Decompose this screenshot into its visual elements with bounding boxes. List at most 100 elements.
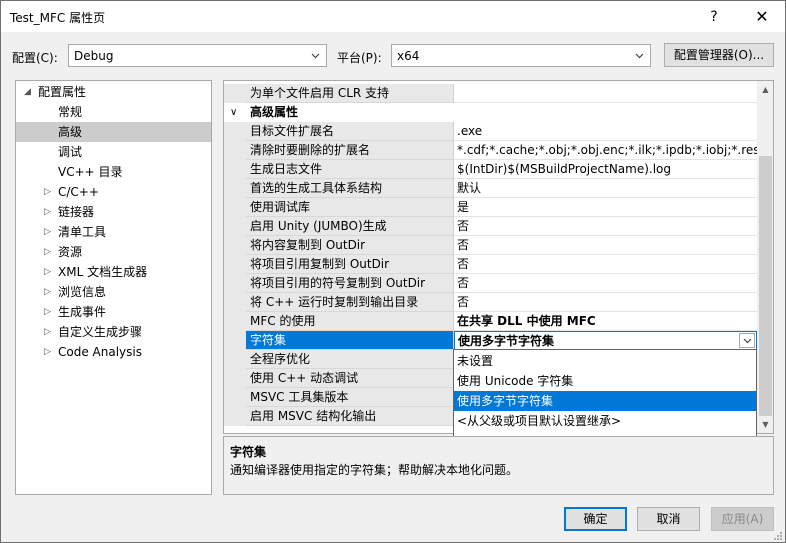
description-panel: 字符集 通知编译器使用指定的字符集；帮助解决本地化问题。 <box>223 436 774 495</box>
scroll-down-icon[interactable]: ▼ <box>757 416 773 433</box>
property-row[interactable]: 生成日志文件 $(IntDir)$(MSBuildProjectName).lo… <box>224 160 757 179</box>
chevron-down-icon[interactable] <box>739 333 755 348</box>
property-name: 目标文件扩展名 <box>246 122 454 141</box>
property-row-character-set[interactable]: 字符集 使用多字节字符集 <box>224 331 757 350</box>
tree-item-code-analysis[interactable]: ▷ Code Analysis <box>16 342 211 362</box>
property-value: 使用多字节字符集 <box>458 334 555 348</box>
tree-item-vc-directories[interactable]: VC++ 目录 <box>16 162 211 182</box>
config-label: 配置(C): <box>12 51 58 65</box>
category-name: 高级属性 <box>246 103 454 122</box>
property-value[interactable]: 否 <box>454 217 757 236</box>
chevron-down-icon <box>311 53 320 59</box>
tree-item-linker[interactable]: ▷ 链接器 <box>16 202 211 222</box>
collapsed-triangle-icon: ▷ <box>44 227 51 237</box>
option-inherit[interactable]: <从父级或项目默认设置继承> <box>454 411 756 431</box>
window-title: Test_MFC 属性页 <box>10 11 106 25</box>
platform-value: x64 <box>397 49 420 63</box>
config-combo[interactable]: Debug <box>68 44 327 67</box>
tree-item-cpp[interactable]: ▷ C/C++ <box>16 182 211 202</box>
property-row[interactable]: 将项目引用复制到 OutDir 否 <box>224 255 757 274</box>
option-unicode[interactable]: 使用 Unicode 字符集 <box>454 371 756 391</box>
category-tree: ◢ 配置属性 常规 高级 调试 VC++ 目录 ▷ C/C++ ▷ 链接器 ▷ … <box>15 80 212 495</box>
property-name: 启用 MSVC 结构化输出 <box>246 407 454 426</box>
property-row[interactable]: MFC 的使用 在共享 DLL 中使用 MFC <box>224 312 757 331</box>
tree-item-build-events[interactable]: ▷ 生成事件 <box>16 302 211 322</box>
collapsed-triangle-icon: ▷ <box>44 207 51 217</box>
config-value: Debug <box>74 49 114 63</box>
configuration-manager-button[interactable]: 配置管理器(O)... <box>664 43 774 67</box>
property-row[interactable]: 将 C++ 运行时复制到输出目录 否 <box>224 293 757 312</box>
help-button[interactable]: ? <box>691 1 737 32</box>
property-row[interactable]: 为单个文件启用 CLR 支持 <box>224 84 757 103</box>
resize-grip-icon[interactable] <box>771 529 783 541</box>
property-name: 为单个文件启用 CLR 支持 <box>246 84 454 103</box>
scrollbar-thumb[interactable] <box>759 156 772 416</box>
property-row[interactable]: 将内容复制到 OutDir 否 <box>224 236 757 255</box>
property-value[interactable]: $(IntDir)$(MSBuildProjectName).log <box>454 160 757 179</box>
platform-label: 平台(P): <box>337 51 382 65</box>
tree-item-config-properties[interactable]: ◢ 配置属性 <box>16 82 211 102</box>
cancel-button[interactable]: 取消 <box>637 507 700 531</box>
option-multibyte[interactable]: 使用多字节字符集 <box>454 391 756 411</box>
property-row[interactable]: 将项目引用的符号复制到 OutDir 否 <box>224 274 757 293</box>
property-row[interactable]: 首选的生成工具体系结构 默认 <box>224 179 757 198</box>
tree-item-advanced[interactable]: 高级 <box>16 122 211 142</box>
tree-item-manifest-tool[interactable]: ▷ 清单工具 <box>16 222 211 242</box>
property-value[interactable]: 在共享 DLL 中使用 MFC <box>454 312 757 331</box>
property-row[interactable]: 启用 Unity (JUMBO)生成 否 <box>224 217 757 236</box>
property-name: 启用 Unity (JUMBO)生成 <box>246 217 454 236</box>
collapsed-triangle-icon: ▷ <box>44 247 51 257</box>
property-name: 生成日志文件 <box>246 160 454 179</box>
property-value[interactable]: .exe <box>454 122 757 141</box>
property-name: 将项目引用复制到 OutDir <box>246 255 454 274</box>
property-name: MFC 的使用 <box>246 312 454 331</box>
property-name: MSVC 工具集版本 <box>246 388 454 407</box>
collapsed-triangle-icon: ▷ <box>44 287 51 297</box>
tree-item-custom-build-step[interactable]: ▷ 自定义生成步骤 <box>16 322 211 342</box>
apply-button[interactable]: 应用(A) <box>711 507 774 531</box>
property-row[interactable]: 清除时要删除的扩展名 *.cdf;*.cache;*.obj;*.obj.enc… <box>224 141 757 160</box>
tree-item-debugging[interactable]: 调试 <box>16 142 211 162</box>
collapsed-triangle-icon: ▷ <box>44 267 51 277</box>
property-name: 字符集 <box>246 331 454 350</box>
collapsed-triangle-icon: ▷ <box>44 347 51 357</box>
property-name: 使用调试库 <box>246 198 454 217</box>
collapsed-triangle-icon: ▷ <box>44 307 51 317</box>
platform-combo[interactable]: x64 <box>391 44 651 67</box>
collapsed-triangle-icon: ▷ <box>44 187 51 197</box>
character-set-dropdown: 未设置 使用 Unicode 字符集 使用多字节字符集 <从父级或项目默认设置继… <box>453 349 757 439</box>
property-value[interactable]: 否 <box>454 293 757 312</box>
property-value[interactable]: 是 <box>454 198 757 217</box>
property-value[interactable] <box>454 84 757 103</box>
collapsed-triangle-icon: ▷ <box>44 327 51 337</box>
tree-item-browse-info[interactable]: ▷ 浏览信息 <box>16 282 211 302</box>
property-value[interactable]: 否 <box>454 255 757 274</box>
property-value[interactable]: 否 <box>454 236 757 255</box>
property-name: 全程序优化 <box>246 350 454 369</box>
expanded-triangle-icon: ◢ <box>24 87 31 97</box>
category-row-advanced[interactable]: ∨ 高级属性 <box>224 103 757 122</box>
option-not-set[interactable]: 未设置 <box>454 351 756 371</box>
property-row[interactable]: 使用调试库 是 <box>224 198 757 217</box>
property-name: 将 C++ 运行时复制到输出目录 <box>246 293 454 312</box>
scroll-up-icon[interactable]: ▲ <box>757 81 773 98</box>
property-value[interactable]: *.cdf;*.cache;*.obj;*.obj.enc;*.ilk;*.ip… <box>454 141 757 160</box>
description-title: 字符集 <box>230 445 267 459</box>
property-name: 首选的生成工具体系结构 <box>246 179 454 198</box>
tree-item-general[interactable]: 常规 <box>16 102 211 122</box>
property-value[interactable]: 默认 <box>454 179 757 198</box>
property-value[interactable]: 否 <box>454 274 757 293</box>
close-button[interactable]: ✕ <box>739 1 785 32</box>
tree-item-resources[interactable]: ▷ 资源 <box>16 242 211 262</box>
character-set-combo[interactable]: 使用多字节字符集 <box>454 331 757 350</box>
ok-button[interactable]: 确定 <box>564 507 627 531</box>
property-name: 将项目引用的符号复制到 OutDir <box>246 274 454 293</box>
tree-item-xml-doc-generator[interactable]: ▷ XML 文档生成器 <box>16 262 211 282</box>
collapse-chevron-icon[interactable]: ∨ <box>230 103 237 122</box>
property-name: 清除时要删除的扩展名 <box>246 141 454 160</box>
title-bar: Test_MFC 属性页 ? ✕ <box>1 1 785 32</box>
description-text: 通知编译器使用指定的字符集；帮助解决本地化问题。 <box>230 463 519 477</box>
vertical-scrollbar[interactable]: ▲ ▼ <box>757 81 773 433</box>
property-pages-dialog: Test_MFC 属性页 ? ✕ 配置(C): Debug 平台(P): x64… <box>0 0 786 543</box>
property-row[interactable]: 目标文件扩展名 .exe <box>224 122 757 141</box>
